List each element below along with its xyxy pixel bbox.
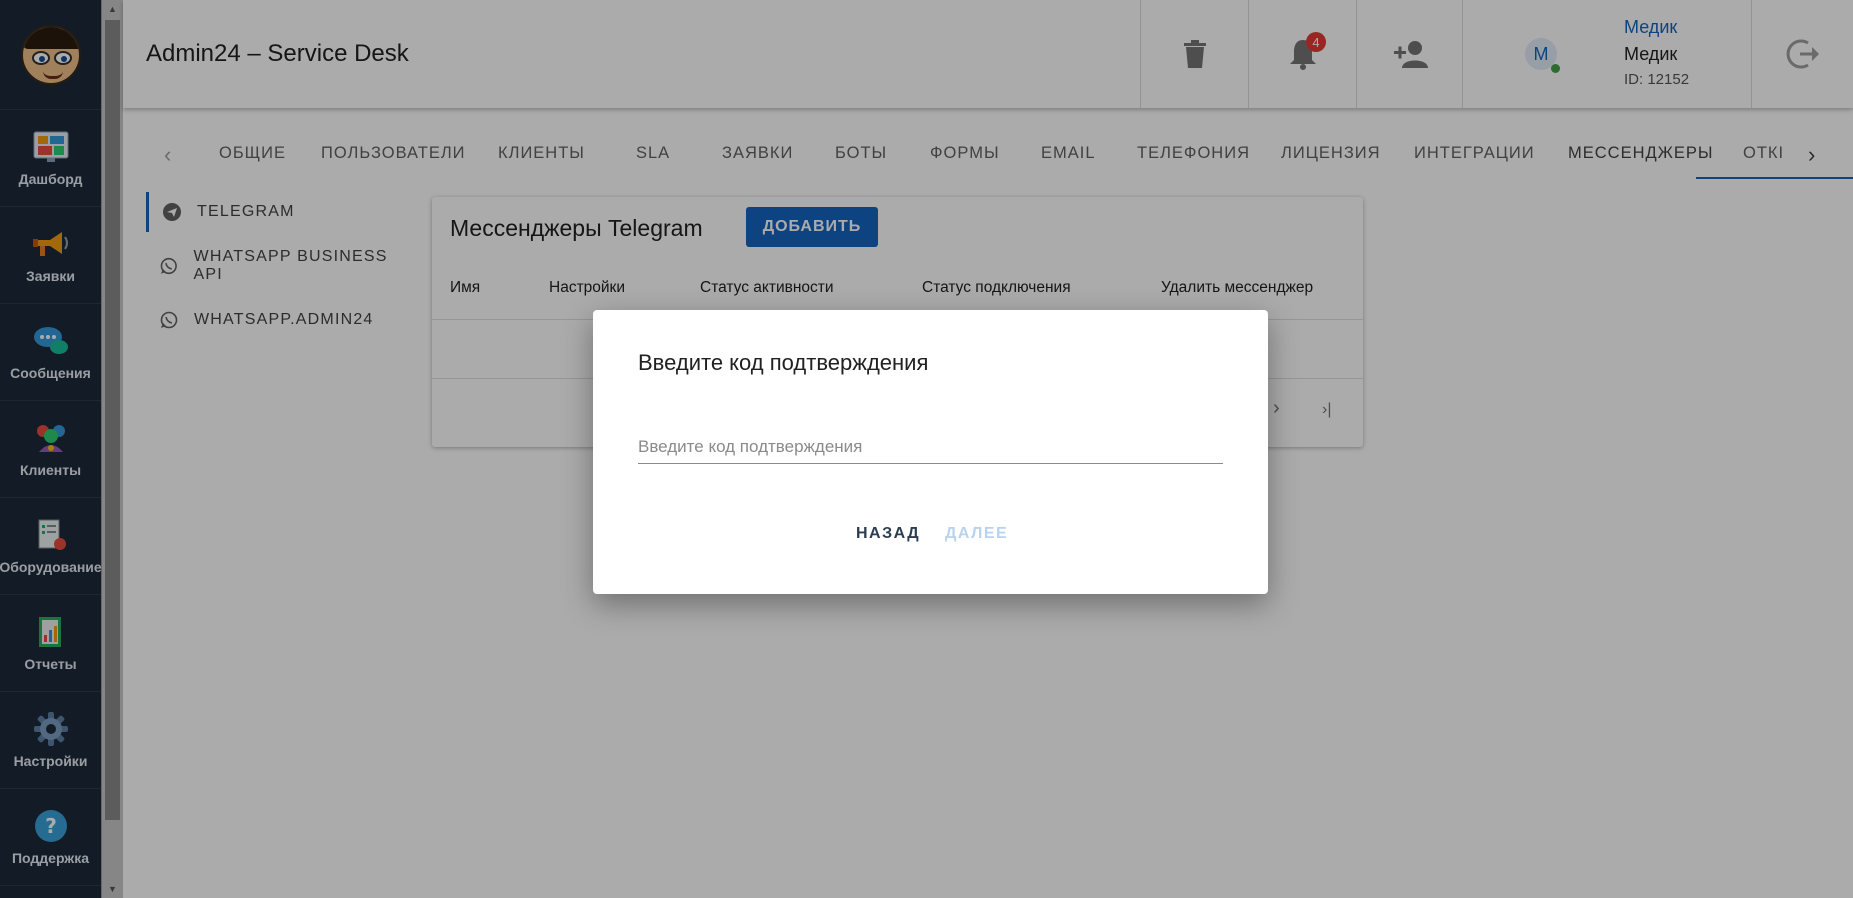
confirmation-code-input[interactable]: [638, 430, 1223, 464]
dialog-title: Введите код подтверждения: [638, 350, 929, 375]
next-button[interactable]: ДАЛЕЕ: [945, 525, 1008, 543]
confirmation-code-dialog: Введите код подтверждения НАЗАД ДАЛЕЕ: [593, 310, 1268, 594]
back-button[interactable]: НАЗАД: [856, 525, 920, 543]
